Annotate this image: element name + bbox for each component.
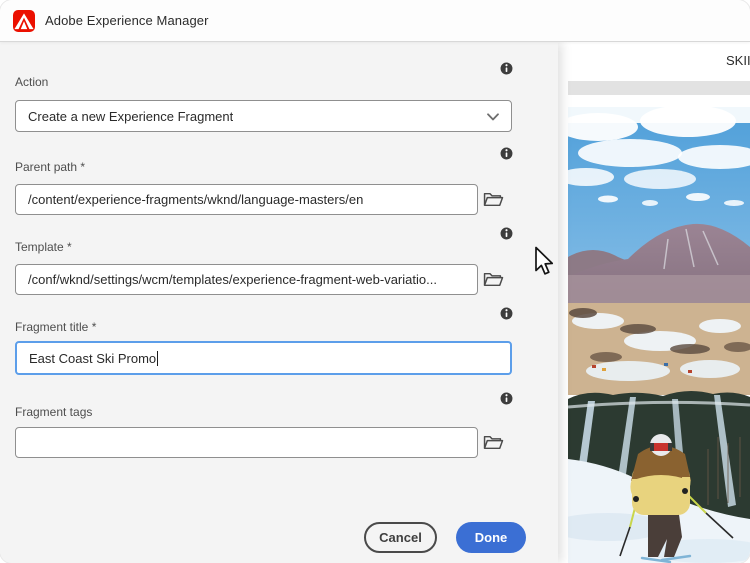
fragment-tags-label: Fragment tags bbox=[15, 405, 92, 419]
app-title: Adobe Experience Manager bbox=[45, 13, 209, 28]
ski-photo bbox=[568, 107, 750, 563]
chevron-down-icon bbox=[487, 109, 499, 124]
page-toolbar-bar bbox=[568, 81, 750, 95]
template-label: Template * bbox=[15, 240, 72, 254]
parent-path-info-icon[interactable] bbox=[500, 147, 513, 160]
top-bar: Adobe Experience Manager bbox=[0, 0, 750, 42]
parent-path-input[interactable]: /content/experience-fragments/wknd/langu… bbox=[15, 184, 478, 215]
parent-path-label: Parent path * bbox=[15, 160, 85, 174]
template-browse-folder-icon[interactable] bbox=[482, 269, 506, 289]
template-input[interactable]: /conf/wknd/settings/wcm/templates/experi… bbox=[15, 264, 478, 295]
create-fragment-dialog: Action Create a new Experience Fragment … bbox=[0, 42, 558, 563]
fragment-tags-info-icon[interactable] bbox=[500, 392, 513, 405]
cancel-button[interactable]: Cancel bbox=[364, 522, 437, 553]
text-caret bbox=[157, 351, 158, 366]
page-heading-partial: SKII bbox=[726, 53, 750, 68]
action-label: Action bbox=[15, 75, 48, 89]
fragment-title-input[interactable]: East Coast Ski Promo bbox=[15, 341, 512, 375]
template-info-icon[interactable] bbox=[500, 227, 513, 240]
fragment-title-label: Fragment title * bbox=[15, 320, 96, 334]
background-page: SKII bbox=[558, 42, 750, 563]
action-dropdown[interactable]: Create a new Experience Fragment bbox=[15, 100, 512, 132]
action-selected-value: Create a new Experience Fragment bbox=[28, 109, 233, 124]
parent-path-value: /content/experience-fragments/wknd/langu… bbox=[28, 192, 363, 207]
fragment-tags-browse-folder-icon[interactable] bbox=[482, 432, 506, 452]
app-window: Adobe Experience Manager SKII bbox=[0, 0, 750, 563]
parent-path-browse-folder-icon[interactable] bbox=[482, 189, 506, 209]
fragment-title-info-icon[interactable] bbox=[500, 307, 513, 320]
template-value: /conf/wknd/settings/wcm/templates/experi… bbox=[28, 272, 437, 287]
done-button[interactable]: Done bbox=[456, 522, 526, 553]
fragment-title-value: East Coast Ski Promo bbox=[29, 351, 156, 366]
fragment-tags-input[interactable] bbox=[15, 427, 478, 458]
adobe-logo-icon bbox=[13, 10, 35, 32]
action-info-icon[interactable] bbox=[500, 62, 513, 75]
